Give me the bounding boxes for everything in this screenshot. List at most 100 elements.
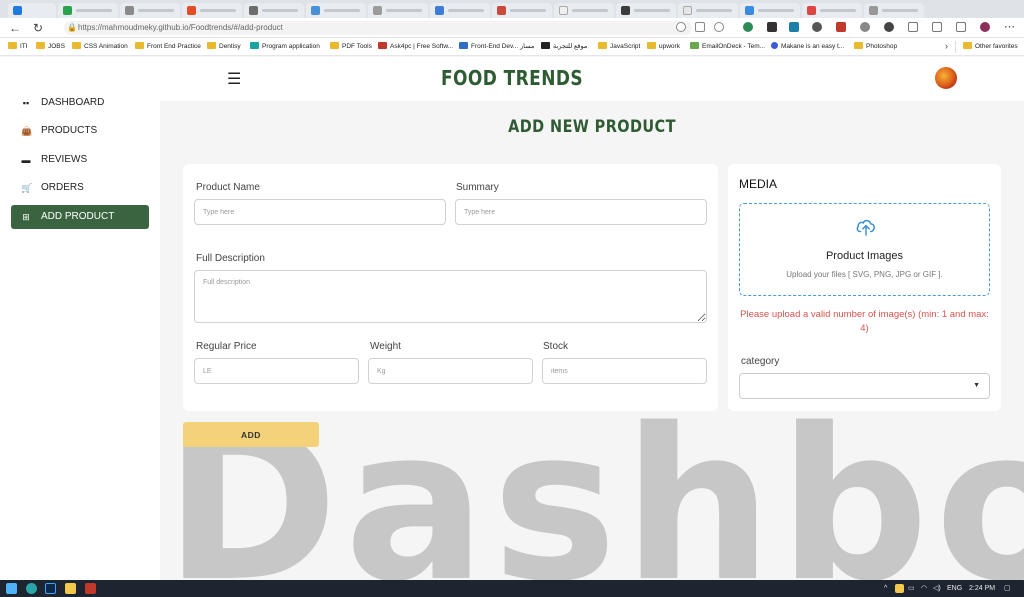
bookmark-item[interactable]: Front End Practice	[135, 42, 201, 52]
language-indicator[interactable]: ENG	[947, 583, 962, 594]
bookmark-item[interactable]: PDF Tools	[330, 42, 372, 52]
browser-tab[interactable]	[554, 3, 614, 18]
dropzone-title: Product Images	[825, 250, 904, 262]
bookmark-item[interactable]: upwork	[647, 42, 680, 52]
favorite-add-icon[interactable]	[714, 22, 724, 32]
sidebar-item-orders[interactable]: 🛒 ORDERS	[11, 176, 149, 200]
browser-tab[interactable]	[244, 3, 304, 18]
reload-icon[interactable]: ↻	[33, 20, 43, 36]
browser-tab[interactable]	[678, 3, 738, 18]
bookmark-item[interactable]: Makane is an easy t...	[771, 42, 844, 52]
folder-icon	[135, 42, 144, 49]
network-icon[interactable]: ▭	[908, 583, 915, 594]
extension-icon[interactable]	[836, 22, 846, 32]
media-card: MEDIA Product Images Upload your files […	[728, 164, 1001, 411]
brand-logo[interactable]: FOOD TRENDS	[77, 66, 947, 90]
dropzone-subtitle: Upload your files [ SVG, PNG, JPG or GIF…	[786, 270, 943, 279]
clock[interactable]: 2:24 PM	[969, 583, 995, 594]
bookmark-item[interactable]: Program application	[250, 42, 320, 52]
browser-tab[interactable]	[430, 3, 490, 18]
browser-tab[interactable]	[58, 3, 118, 18]
stock-label: Stock	[543, 341, 569, 352]
file-explorer-icon[interactable]	[65, 583, 76, 594]
chevron-right-icon[interactable]: ›	[945, 41, 948, 51]
edge-icon[interactable]	[26, 583, 37, 594]
shopping-bag-icon: 👜	[21, 126, 33, 136]
bookmark-item[interactable]: Dentisy	[207, 42, 241, 52]
bookmark-item[interactable]: Ask4pc | Free Softw...	[378, 42, 453, 52]
folder-icon	[854, 42, 863, 49]
media-title: MEDIA	[739, 177, 778, 191]
browser-tab[interactable]	[740, 3, 800, 18]
browser-tab[interactable]	[616, 3, 676, 18]
read-aloud-icon[interactable]	[695, 22, 705, 32]
summary-label: Summary	[456, 182, 499, 193]
favorites-icon[interactable]	[908, 22, 918, 32]
download-icon[interactable]	[932, 22, 942, 32]
category-select[interactable]: ▼	[739, 373, 990, 399]
sidebar-item-add-product[interactable]: ⊞ ADD PRODUCT	[11, 205, 149, 229]
product-name-input[interactable]	[194, 199, 446, 225]
browser-tab[interactable]	[864, 3, 924, 18]
sidebar-item-reviews[interactable]: ▬ REVIEWS	[11, 148, 149, 172]
bookmark-item[interactable]: ITI	[8, 42, 28, 52]
more-menu-icon[interactable]: ⋯	[1004, 19, 1015, 35]
browser-tab[interactable]	[802, 3, 862, 18]
extension-icon[interactable]	[884, 22, 894, 32]
bookmark-item[interactable]: Front-End Dev... مسار	[459, 42, 534, 52]
chevron-up-icon[interactable]: ^	[884, 583, 887, 594]
extension-icon[interactable]	[789, 22, 799, 32]
browser-tab[interactable]	[120, 3, 180, 18]
extension-icon[interactable]	[860, 22, 870, 32]
extensions-icon[interactable]	[956, 22, 966, 32]
zoom-icon[interactable]	[676, 22, 686, 32]
avatar[interactable]	[935, 67, 957, 89]
bookmark-item[interactable]: JavaScript	[598, 42, 640, 52]
dashboard-icon: ▪▪	[22, 98, 30, 108]
category-label: category	[741, 356, 780, 367]
summary-input[interactable]	[455, 199, 707, 225]
sidebar-item-products[interactable]: 👜 PRODUCTS	[11, 119, 149, 143]
hamburger-menu-icon[interactable]: ☰	[227, 69, 241, 89]
extension-icon[interactable]	[743, 22, 753, 32]
browser-tab[interactable]	[368, 3, 428, 18]
volume-icon[interactable]: ◁)	[933, 583, 941, 594]
sidebar-item-dashboard[interactable]: ▪▪ DASHBOARD	[11, 91, 149, 115]
bookmark-item[interactable]: CSS Animation	[72, 42, 128, 52]
site-icon	[459, 42, 468, 49]
back-icon[interactable]: ←	[9, 20, 21, 36]
cart-icon: 🛒	[21, 183, 33, 193]
profile-icon[interactable]	[980, 22, 990, 32]
wifi-icon[interactable]: ◠	[921, 583, 927, 594]
browser-tab[interactable]	[8, 3, 56, 18]
photoshop-icon[interactable]	[45, 583, 56, 594]
windows-start-icon[interactable]	[6, 583, 17, 594]
bookmark-item[interactable]: Photoshop	[854, 42, 897, 52]
image-dropzone[interactable]: Product Images Upload your files [ SVG, …	[739, 203, 990, 296]
browser-tab[interactable]	[182, 3, 242, 18]
address-bar[interactable]: 🔒 https://mahmoudmeky.github.io/Foodtren…	[64, 21, 692, 35]
bookmark-item[interactable]: JOBS	[36, 42, 65, 52]
browser-tab[interactable]	[306, 3, 366, 18]
notifications-icon[interactable]: ▢	[1004, 583, 1011, 594]
weight-input[interactable]	[368, 358, 533, 384]
product-form-card: Product Name Summary Full Description Re…	[183, 164, 718, 411]
extension-icon[interactable]	[767, 22, 777, 32]
bookmark-item[interactable]: EmailOnDeck - Tem...	[690, 42, 765, 52]
other-favorites[interactable]: Other favorites	[963, 42, 1018, 52]
site-icon	[250, 42, 259, 49]
tray-app-icon[interactable]	[895, 584, 904, 593]
app-icon[interactable]	[85, 583, 96, 594]
regular-price-input[interactable]	[194, 358, 359, 384]
stock-input[interactable]	[542, 358, 707, 384]
bookmark-item[interactable]: موقع للتجربة	[541, 42, 587, 52]
app-header: FOOD TRENDS ☰	[0, 57, 1024, 101]
extension-icon[interactable]	[812, 22, 822, 32]
browser-tab[interactable]	[492, 3, 552, 18]
bookmarks-bar: ITI JOBS CSS Animation Front End Practic…	[0, 38, 1024, 56]
folder-icon	[647, 42, 656, 49]
folder-icon	[330, 42, 339, 49]
full-description-textarea[interactable]	[194, 270, 707, 323]
sidebar-item-label: ORDERS	[41, 182, 84, 193]
add-button[interactable]: ADD	[183, 422, 319, 447]
